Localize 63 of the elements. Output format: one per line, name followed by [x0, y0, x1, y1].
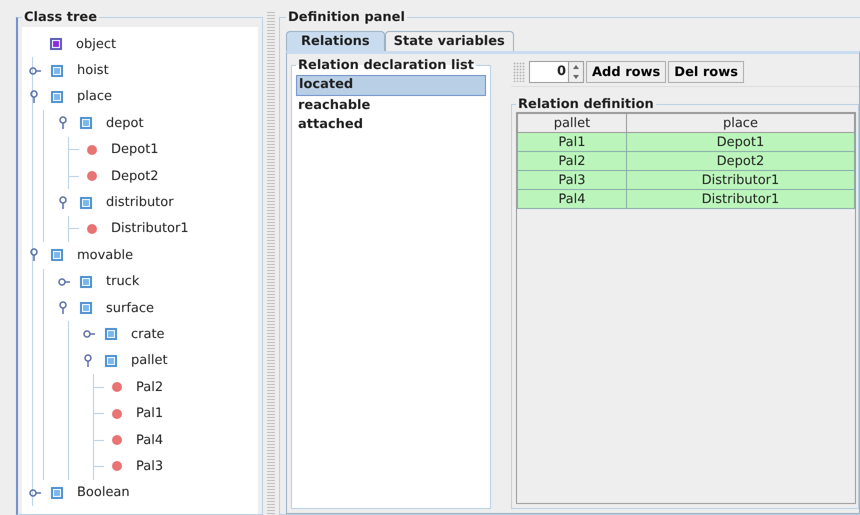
class-square-icon: [105, 354, 117, 367]
tree-item[interactable]: Pal1: [136, 406, 164, 422]
collapsed-handle-icon[interactable]: [29, 488, 43, 497]
tree-item[interactable]: Depot2: [111, 168, 159, 184]
tree-item[interactable]: surface: [106, 300, 154, 316]
table-cell: Depot1: [626, 132, 854, 152]
list-item[interactable]: reachable: [296, 96, 486, 115]
table-cell: Depot2: [626, 152, 854, 170]
class-square-icon: [80, 302, 92, 314]
toolbar-button[interactable]: Add rows: [586, 61, 666, 83]
class-square-icon: [51, 90, 63, 103]
tree-item[interactable]: Distributor1: [111, 221, 189, 236]
tree-item[interactable]: depot: [106, 116, 144, 131]
class-square-icon: [80, 117, 92, 130]
list-item[interactable]: located: [296, 75, 486, 96]
tree-item[interactable]: Pal3: [136, 458, 164, 474]
class-square-icon: [105, 328, 117, 340]
row-count-spinner[interactable]: 0: [529, 61, 584, 83]
instance-dot-icon: [112, 408, 122, 419]
class-square-icon: [51, 249, 63, 262]
toolbar-button[interactable]: Del rows: [668, 61, 744, 83]
panel-title: Definition panel: [287, 10, 406, 25]
tree-item[interactable]: place: [77, 89, 112, 104]
collapsed-handle-icon[interactable]: [58, 278, 72, 286]
tree-item[interactable]: Boolean: [77, 485, 130, 500]
collapsed-handle-icon[interactable]: [29, 66, 43, 75]
tree-item[interactable]: hoist: [77, 63, 109, 78]
instance-dot-icon: [87, 224, 97, 234]
class-square-icon: [51, 486, 63, 499]
instance-dot-icon: [112, 435, 122, 446]
tree-item[interactable]: movable: [77, 248, 134, 263]
class-square-icon: [80, 196, 92, 209]
tree-item[interactable]: truck: [106, 274, 140, 290]
table-cell: Pal3: [518, 170, 626, 190]
class-square-icon: [80, 276, 92, 288]
panel-title: Relation definition: [517, 97, 655, 112]
table-cell: Pal1: [518, 132, 626, 152]
instance-dot-icon: [87, 144, 97, 155]
instance-dot-icon: [112, 461, 122, 472]
tab[interactable]: State variables: [384, 31, 514, 51]
tree-item[interactable]: crate: [131, 326, 165, 342]
column-header[interactable]: place: [626, 114, 854, 132]
instance-dot-icon: [87, 171, 97, 182]
table-cell: Distributor1: [626, 170, 854, 190]
tree-item[interactable]: Pal2: [136, 380, 164, 395]
tab[interactable]: Relations: [286, 31, 385, 51]
tree-item[interactable]: object: [76, 36, 116, 52]
panel-title: Relation declaration list: [297, 58, 475, 73]
table-cell: Pal4: [518, 190, 626, 208]
toolbar-grip-icon[interactable]: [513, 62, 525, 82]
class-square-icon: [51, 64, 63, 77]
tree-item[interactable]: Pal4: [136, 432, 164, 448]
tree-item[interactable]: pallet: [131, 353, 168, 368]
instance-dot-icon: [112, 382, 122, 392]
list-item[interactable]: attached: [296, 115, 486, 134]
table-cell: Pal2: [518, 152, 626, 170]
column-header[interactable]: pallet: [518, 114, 626, 132]
class-square-icon: [50, 38, 62, 50]
collapsed-handle-icon[interactable]: [83, 330, 97, 338]
tree-item[interactable]: Depot1: [111, 142, 159, 158]
tree-item[interactable]: distributor: [106, 195, 174, 210]
table-cell: Distributor1: [626, 190, 854, 208]
panel-title: Class tree: [23, 10, 98, 25]
